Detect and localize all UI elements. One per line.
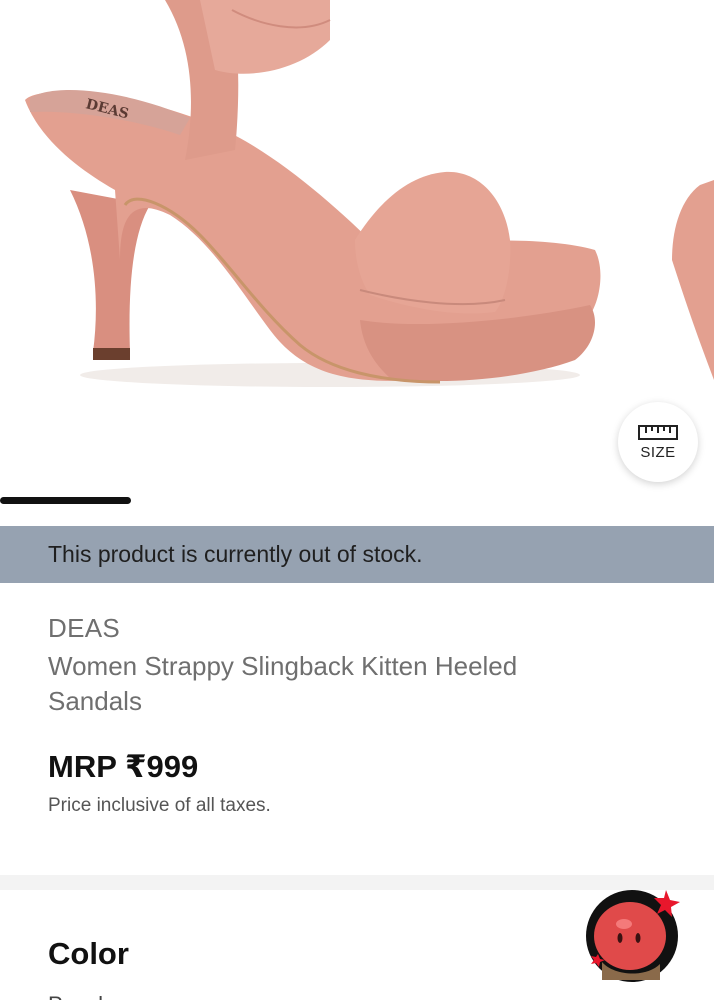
size-button-label: SIZE xyxy=(640,444,676,461)
ruler-icon xyxy=(638,425,678,440)
product-image: DEAS xyxy=(25,0,714,387)
product-title: Women Strappy Slingback Kitten Heeled Sa… xyxy=(48,651,518,716)
color-heading: Color xyxy=(48,936,129,971)
product-page: DEAS SIZE This product is currently out … xyxy=(0,0,714,1000)
assistant-avatar-icon[interactable] xyxy=(584,884,684,984)
carousel-indicator xyxy=(0,497,131,504)
out-of-stock-message: This product is currently out of stock. xyxy=(48,541,423,567)
out-of-stock-banner: This product is currently out of stock. xyxy=(0,526,714,583)
color-value: Peach xyxy=(48,992,110,1000)
color-section: Color Peach xyxy=(48,890,648,1000)
product-price: MRP ₹999 xyxy=(48,749,199,784)
tax-note: Price inclusive of all taxes. xyxy=(48,795,271,816)
brand-name[interactable]: DEAS xyxy=(48,613,120,644)
product-image-carousel[interactable]: DEAS SIZE xyxy=(0,0,714,526)
size-chart-button[interactable]: SIZE xyxy=(618,402,698,482)
